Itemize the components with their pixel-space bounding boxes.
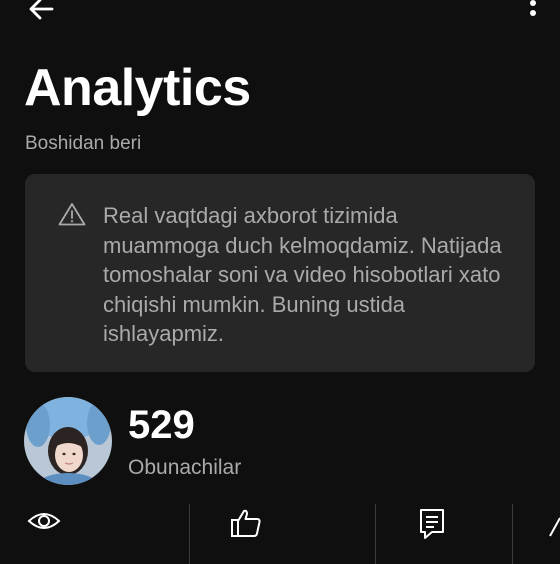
stat-views[interactable] — [27, 500, 167, 560]
stat-divider — [189, 504, 190, 564]
avatar-image — [24, 397, 112, 485]
stat-divider — [375, 504, 376, 564]
top-bar — [0, 0, 560, 30]
comment-icon — [420, 509, 444, 539]
thumbs-up-icon — [231, 509, 261, 537]
share-icon — [549, 517, 560, 537]
subscriber-label: Obunachilar — [128, 456, 242, 479]
back-button[interactable] — [22, 0, 62, 24]
arrow-left-icon — [29, 0, 54, 20]
notice-card: Real vaqtdagi axborot tizimida muammoga … — [25, 174, 535, 372]
subscriber-count: 529 — [128, 403, 195, 447]
eye-icon — [27, 513, 61, 529]
page-title: Analytics — [24, 59, 251, 117]
stat-comments[interactable] — [418, 500, 508, 560]
channel-avatar[interactable] — [24, 397, 112, 485]
warning-triangle-icon — [58, 203, 86, 226]
stat-shares[interactable] — [548, 500, 560, 560]
more-vertical-icon — [530, 0, 536, 16]
notice-text: Real vaqtdagi axborot tizimida muammoga … — [103, 203, 502, 346]
stat-likes[interactable] — [230, 500, 370, 560]
stat-divider — [512, 504, 513, 564]
date-range-label: Boshidan beri — [25, 133, 142, 154]
more-options-button[interactable] — [526, 0, 540, 22]
